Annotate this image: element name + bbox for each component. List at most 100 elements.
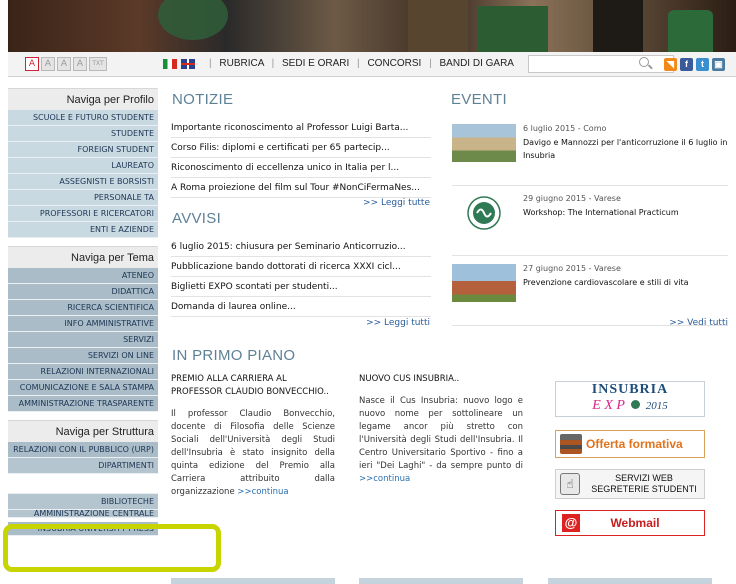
event-item[interactable]: 27 giugno 2015 - Varese Prevenzione card… bbox=[452, 264, 728, 326]
sidebar-group-struttura: RELAZIONI CON IL PUBBLICO (URP) DIPARTIM… bbox=[8, 442, 158, 536]
footer-bar bbox=[171, 578, 335, 584]
notizie-list: Importante riconoscimento al Professor L… bbox=[171, 118, 431, 198]
sidebar-item-laureato[interactable]: LAUREATO bbox=[8, 158, 158, 174]
primo-piano-article: PREMIO ALLA CARRIERA AL PROFESSOR CLAUDI… bbox=[171, 373, 335, 525]
sidebar-item-dipartimenti[interactable]: DIPARTIMENTI bbox=[8, 458, 158, 474]
footer-bar bbox=[359, 578, 523, 584]
sidebar-item-comunicazione[interactable]: COMUNICAZIONE E SALA STAMPA bbox=[8, 380, 158, 396]
text-only-button[interactable]: TXT bbox=[89, 57, 107, 71]
nav-concorsi[interactable]: CONCORSI bbox=[367, 58, 421, 69]
article-continue-link[interactable]: >>continua bbox=[359, 474, 410, 484]
event-title[interactable]: Workshop: The International Practicum bbox=[523, 206, 728, 219]
instagram-icon[interactable]: ▣ bbox=[712, 58, 725, 71]
language-selector bbox=[163, 59, 195, 69]
sidebar: Naviga per Profilo SCUOLE E FUTURO STUDE… bbox=[8, 88, 158, 536]
notice-item[interactable]: Domanda di laurea online... bbox=[171, 297, 431, 317]
sidebar-item-amministrazione-centrale[interactable]: AMMINISTRAZIONE CENTRALE bbox=[8, 510, 158, 518]
sidebar-item-info-amministrative[interactable]: INFO AMMINISTRATIVE bbox=[8, 316, 158, 332]
insubria-expo-banner[interactable]: INSUBRIA E X P 2015 bbox=[555, 381, 705, 417]
notice-item[interactable]: Pubblicazione bando dottorati di ricerca… bbox=[171, 257, 431, 277]
avvisi-more-link[interactable]: >> Leggi tutti bbox=[330, 318, 430, 328]
sidebar-spacer-row bbox=[8, 474, 158, 494]
event-item[interactable]: 29 giugno 2015 - Varese Workshop: The In… bbox=[452, 194, 728, 256]
nav-bandi-gara[interactable]: BANDI DI GARA bbox=[440, 58, 514, 69]
notice-item[interactable]: Biglietti EXPO scontati per studenti... bbox=[171, 277, 431, 297]
event-title[interactable]: Davigo e Mannozzi per l'anticorruzione i… bbox=[523, 136, 728, 162]
avvisi-heading: AVVISI bbox=[172, 210, 222, 227]
notice-item[interactable]: 6 luglio 2015: chiusura per Seminario An… bbox=[171, 237, 431, 257]
article-title[interactable]: NUOVO CUS INSUBRIA.. bbox=[359, 373, 523, 386]
sidebar-item-foreign-student[interactable]: FOREIGN STUDENT bbox=[8, 142, 158, 158]
nav-rubrica[interactable]: RUBRICA bbox=[219, 58, 263, 69]
news-item[interactable]: Importante riconoscimento al Professor L… bbox=[171, 118, 431, 138]
sidebar-item-ricerca[interactable]: RICERCA SCIENTIFICA bbox=[8, 300, 158, 316]
sidebar-item-relazioni-int[interactable]: RELAZIONI INTERNAZIONALI bbox=[8, 364, 158, 380]
sidebar-item-servizi-online[interactable]: SERVIZI ON LINE bbox=[8, 348, 158, 364]
banner-figure bbox=[668, 10, 713, 52]
nav-separator: | bbox=[271, 58, 275, 69]
sidebar-item-studente[interactable]: STUDENTE bbox=[8, 126, 158, 142]
news-item[interactable]: Riconoscimento di eccellenza unico in It… bbox=[171, 158, 431, 178]
notizie-more-link[interactable]: >> Leggi tutte bbox=[330, 198, 430, 208]
expo-banner-subtitle: E X P 2015 bbox=[556, 398, 704, 415]
social-links: ◥ f t ▣ bbox=[664, 58, 725, 71]
facebook-icon[interactable]: f bbox=[680, 58, 693, 71]
banner-emblem bbox=[158, 0, 228, 40]
font-size-small-button[interactable]: A bbox=[41, 57, 55, 71]
sidebar-item-didattica[interactable]: DIDATTICA bbox=[8, 284, 158, 300]
english-flag-icon[interactable] bbox=[181, 59, 195, 69]
article-continue-link[interactable]: >>continua bbox=[237, 487, 288, 497]
news-item[interactable]: Corso Filis: diplomi e certificati per 6… bbox=[171, 138, 431, 158]
primo-piano-article: NUOVO CUS INSUBRIA.. Nasce il Cus Insubr… bbox=[359, 373, 523, 525]
sidebar-item-personale-ta[interactable]: PERSONALE TA bbox=[8, 190, 158, 206]
sidebar-item-assegnisti[interactable]: ASSEGNISTI E BORSISTI bbox=[8, 174, 158, 190]
banner-figure bbox=[593, 0, 643, 52]
sidebar-item-scuole[interactable]: SCUOLE E FUTURO STUDENTE bbox=[8, 110, 158, 126]
article-title[interactable]: PREMIO ALLA CARRIERA AL PROFESSOR CLAUDI… bbox=[171, 373, 335, 399]
offerta-label: Offerta formativa bbox=[586, 437, 683, 451]
font-size-reset-button[interactable]: A bbox=[25, 57, 39, 71]
offerta-formativa-banner[interactable]: Offerta formativa bbox=[555, 430, 705, 458]
search-icon[interactable] bbox=[639, 57, 649, 67]
servizi-web-banner[interactable]: ☝ SERVIZI WEB SEGRETERIE STUDENTI bbox=[555, 469, 705, 499]
hand-pointer-icon: ☝ bbox=[560, 473, 580, 495]
sidebar-item-trasparente[interactable]: AMMINISTRAZIONE TRASPARENTE bbox=[8, 396, 158, 412]
footer-bar bbox=[548, 578, 712, 584]
nav-separator: | bbox=[429, 58, 432, 69]
news-item[interactable]: A Roma proiezione del film sul Tour #Non… bbox=[171, 178, 431, 198]
font-size-controls: A A A A TXT bbox=[25, 57, 107, 71]
sidebar-item-professori[interactable]: PROFESSORI E RICERCATORI bbox=[8, 206, 158, 222]
nav-sedi-orari[interactable]: SEDI E ORARI bbox=[282, 58, 349, 69]
sidebar-item-servizi[interactable]: SERVIZI bbox=[8, 332, 158, 348]
event-thumbnail bbox=[452, 124, 516, 162]
servizi-line2: SEGRETERIE STUDENTI bbox=[591, 484, 697, 494]
rss-icon[interactable]: ◥ bbox=[664, 58, 677, 71]
article-text: Il professor Claudio Bonvecchio, docente… bbox=[171, 408, 335, 499]
event-meta: 6 luglio 2015 - Como bbox=[523, 124, 607, 133]
article-text: Nasce il Cus Insubria: nuovo logo e nuov… bbox=[359, 395, 523, 486]
top-toolbar: A A A A TXT | RUBRICA | SEDI E ORARI | C… bbox=[8, 52, 736, 77]
eventi-more-link[interactable]: >> Vedi tutti bbox=[628, 318, 728, 328]
at-sign-icon: @ bbox=[562, 514, 580, 532]
sidebar-item-urp[interactable]: RELAZIONI CON IL PUBBLICO (URP) bbox=[8, 442, 158, 458]
font-size-large-button[interactable]: A bbox=[73, 57, 87, 71]
search-input[interactable] bbox=[528, 55, 674, 73]
sidebar-item-biblioteche[interactable]: BIBLIOTECHE bbox=[8, 494, 158, 510]
header-banner bbox=[8, 0, 736, 52]
notizie-heading: NOTIZIE bbox=[172, 91, 234, 108]
italian-flag-icon[interactable] bbox=[163, 59, 177, 69]
sidebar-heading-struttura: Naviga per Struttura bbox=[8, 420, 158, 442]
sidebar-heading-tema: Naviga per Tema bbox=[8, 246, 158, 268]
font-size-medium-button[interactable]: A bbox=[57, 57, 71, 71]
banner-figure bbox=[408, 0, 468, 52]
sidebar-item-enti-aziende[interactable]: ENTI E AZIENDE bbox=[8, 222, 158, 238]
sidebar-heading-profilo: Naviga per Profilo bbox=[8, 88, 158, 110]
event-title[interactable]: Prevenzione cardiovascolare e stili di v… bbox=[523, 276, 728, 289]
sidebar-item-ateneo[interactable]: ATENEO bbox=[8, 268, 158, 284]
event-item[interactable]: 6 luglio 2015 - Como Davigo e Mannozzi p… bbox=[452, 124, 728, 186]
webmail-banner[interactable]: @ Webmail bbox=[555, 510, 705, 536]
eventi-heading: EVENTI bbox=[451, 91, 507, 108]
sidebar-group-tema: ATENEO DIDATTICA RICERCA SCIENTIFICA INF… bbox=[8, 268, 158, 412]
twitter-icon[interactable]: t bbox=[696, 58, 709, 71]
